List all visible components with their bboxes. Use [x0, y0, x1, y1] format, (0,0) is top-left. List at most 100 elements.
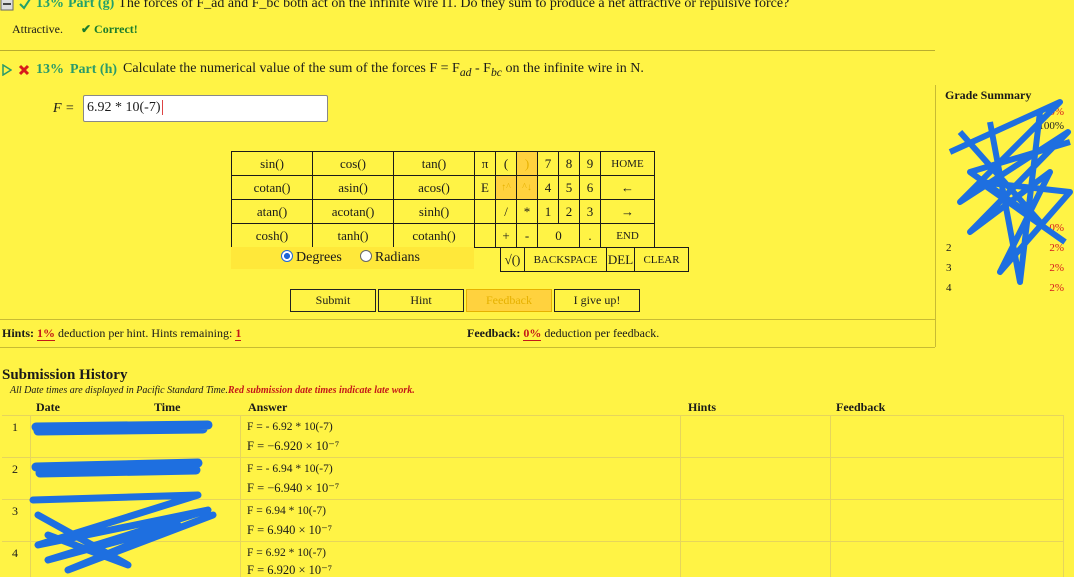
- degrees-option[interactable]: Degrees: [281, 250, 342, 266]
- redaction-scribble: [948, 99, 1073, 285]
- key-4[interactable]: 4: [537, 175, 559, 200]
- divider: [0, 347, 935, 348]
- history-note: All Date times are displayed in Pacific …: [10, 385, 415, 396]
- key-8[interactable]: 8: [558, 151, 580, 176]
- left-arrow-key[interactable]: ←: [600, 175, 655, 200]
- clear-key[interactable]: CLEAR: [634, 247, 689, 272]
- feedback-label: Feedback:: [467, 326, 521, 340]
- divide-key[interactable]: /: [495, 199, 517, 224]
- acotan-key[interactable]: acotan(): [312, 199, 394, 224]
- answer-value: 6.92 * 10(-7): [87, 100, 161, 115]
- part-g-header: 13% Part (g) The forces of F_ad and F_bc…: [0, 0, 789, 14]
- cotan-key[interactable]: cotan(): [231, 175, 313, 200]
- q-sub-ad: ad: [459, 65, 472, 79]
- row-rendered: F = −6.920 × 10⁻⁷: [247, 439, 340, 453]
- key-7[interactable]: 7: [537, 151, 559, 176]
- q-mid: - F: [471, 61, 491, 76]
- open-paren-key[interactable]: (: [495, 151, 517, 176]
- key-6[interactable]: 6: [579, 175, 601, 200]
- key-0[interactable]: 0: [537, 223, 580, 248]
- timezone-note: All Date times are displayed in Pacific …: [10, 385, 228, 396]
- sinh-key[interactable]: sinh(): [393, 199, 475, 224]
- key-2[interactable]: 2: [558, 199, 580, 224]
- feedback-pct: 0%: [523, 326, 542, 341]
- answer-input[interactable]: 6.92 * 10(-7): [83, 95, 328, 122]
- collapse-icon[interactable]: [0, 0, 14, 11]
- part-h-question: Calculate the numerical value of the sum…: [123, 61, 644, 79]
- decimal-key[interactable]: .: [579, 223, 601, 248]
- e-key[interactable]: E: [474, 175, 496, 200]
- give-up-button[interactable]: I give up!: [554, 289, 640, 312]
- tan-key[interactable]: tan(): [393, 151, 475, 176]
- divider: [240, 415, 241, 577]
- cotanh-key[interactable]: cotanh(): [393, 223, 475, 248]
- expand-arrow-icon[interactable]: [2, 63, 12, 76]
- key-9[interactable]: 9: [579, 151, 601, 176]
- end-key[interactable]: END: [600, 223, 655, 248]
- row-num: 4: [12, 546, 18, 560]
- row-entry: F = - 6.92 * 10(-7): [247, 421, 333, 433]
- part-g-question: The forces of F_ad and F_bc both act on …: [118, 0, 790, 11]
- submit-button[interactable]: Submit: [290, 289, 376, 312]
- sqrt-key[interactable]: √(): [500, 247, 525, 272]
- cos-key[interactable]: cos(): [312, 151, 394, 176]
- radio-selected-icon[interactable]: [281, 250, 293, 262]
- feedback-button[interactable]: Feedback: [466, 289, 552, 312]
- part-h-label: Part (h): [70, 61, 118, 77]
- backspace-key[interactable]: BACKSPACE: [524, 247, 607, 272]
- atan-key[interactable]: atan(): [231, 199, 313, 224]
- degrees-label: Degrees: [296, 250, 342, 265]
- answer-label: F =: [53, 101, 75, 116]
- key-1[interactable]: 1: [537, 199, 559, 224]
- key-5[interactable]: 5: [558, 175, 580, 200]
- correct-label: Correct!: [94, 22, 138, 36]
- home-key[interactable]: HOME: [600, 151, 655, 176]
- q-prefix: Calculate the numerical value of the sum…: [123, 61, 460, 76]
- tanh-key[interactable]: tanh(): [312, 223, 394, 248]
- del-key[interactable]: DEL: [606, 247, 635, 272]
- asin-key[interactable]: asin(): [312, 175, 394, 200]
- part-h-pct: 13%: [36, 61, 64, 77]
- pi-key[interactable]: π: [474, 151, 496, 176]
- hints-info: Hints: 1% deduction per hint. Hints rema…: [2, 326, 242, 341]
- superscript-down-key[interactable]: ^↓: [516, 175, 538, 200]
- right-arrow-key[interactable]: →: [600, 199, 655, 224]
- hint-button[interactable]: Hint: [378, 289, 464, 312]
- hints-remaining: 1: [235, 326, 242, 341]
- number-keypad: π ( ) 7 8 9 HOME E ↑^ ^↓ 4 5 6 ← / * 1 2…: [474, 151, 655, 248]
- sin-key[interactable]: sin(): [231, 151, 313, 176]
- wrong-x-icon: [18, 64, 30, 75]
- grade-summary: Grade Summary 0% 100% 0% 2% 2% 2% 2 3 4: [940, 82, 1074, 322]
- edit-keys: √() BACKSPACE DEL CLEAR: [500, 247, 689, 272]
- plus-key[interactable]: +: [495, 223, 517, 248]
- hints-text: deduction per hint. Hints remaining:: [58, 326, 233, 340]
- acos-key[interactable]: acos(): [393, 175, 475, 200]
- divider: [0, 319, 935, 320]
- multiply-key[interactable]: *: [516, 199, 538, 224]
- cosh-key[interactable]: cosh(): [231, 223, 313, 248]
- row-rendered: F = 6.920 × 10⁻⁷: [247, 563, 333, 577]
- redaction-scribble: [29, 420, 217, 574]
- col-hints: Hints: [688, 400, 717, 414]
- radians-option[interactable]: Radians: [359, 250, 420, 266]
- feedback-text: deduction per feedback.: [544, 326, 660, 340]
- history-title: Submission History: [2, 367, 128, 383]
- minus-key[interactable]: -: [516, 223, 538, 248]
- radio-icon[interactable]: [359, 250, 372, 262]
- text-caret: [161, 100, 163, 116]
- angle-mode-row: Degrees Radians: [231, 247, 474, 269]
- key-3[interactable]: 3: [579, 199, 601, 224]
- part-g-status: ✔ Correct!: [80, 22, 138, 36]
- row-entry: F = - 6.94 * 10(-7): [247, 463, 333, 475]
- close-paren-key[interactable]: ): [516, 151, 538, 176]
- part-g-answer: Attractive.: [12, 22, 63, 36]
- superscript-up-key[interactable]: ↑^: [495, 175, 517, 200]
- part-h-header: 13% Part (h) Calculate the numerical val…: [2, 61, 644, 79]
- divider: [830, 415, 831, 577]
- divider: [935, 85, 936, 347]
- blank-key: [474, 199, 496, 224]
- row-num: 1: [12, 420, 18, 434]
- hints-pct: 1%: [37, 326, 56, 341]
- feedback-info: Feedback: 0% deduction per feedback.: [467, 326, 659, 341]
- row-num: 2: [12, 462, 18, 476]
